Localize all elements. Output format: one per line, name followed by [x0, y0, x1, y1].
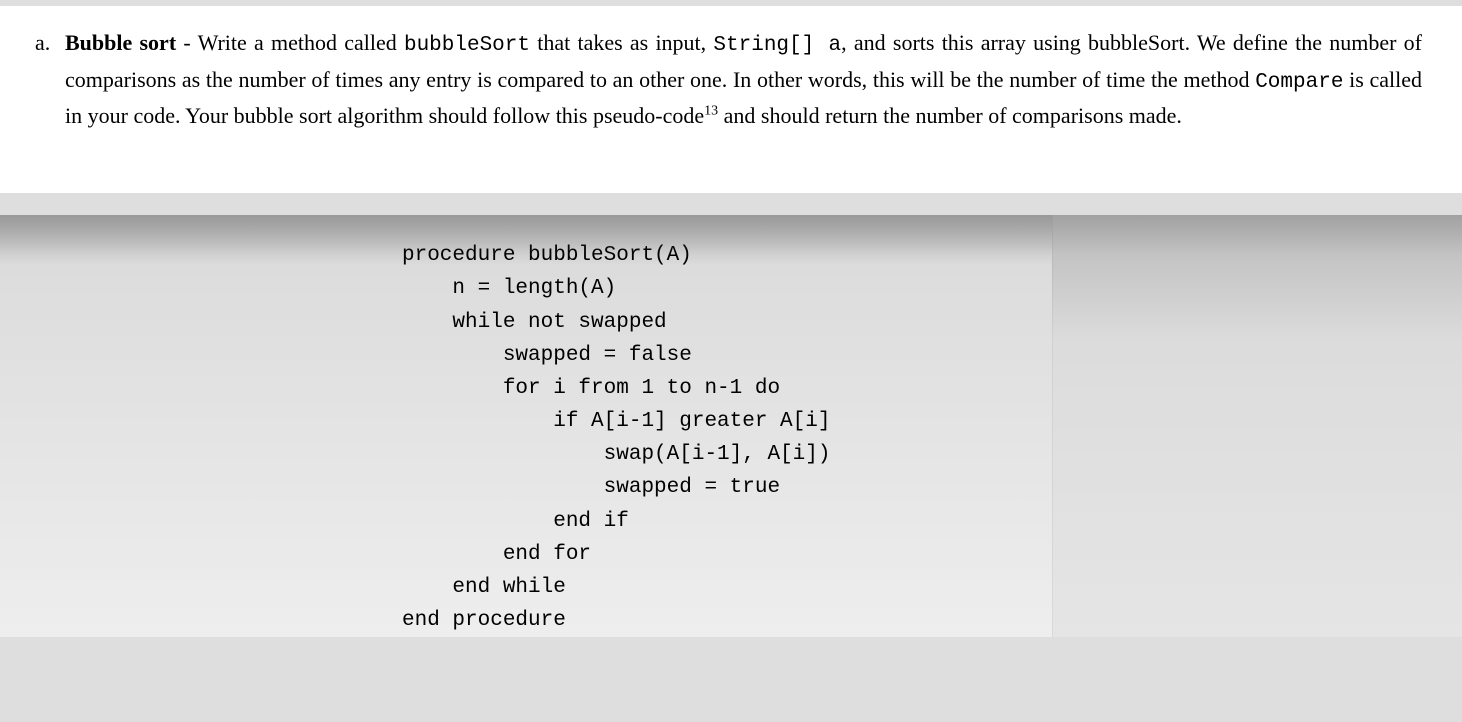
code-line: end procedure	[402, 609, 566, 632]
code-left-gutter	[0, 215, 402, 637]
code-line: end for	[402, 543, 591, 566]
code-line: n = length(A)	[402, 277, 616, 300]
footnote-ref: 13	[704, 104, 718, 119]
problem-text: a.Bubble sort - Write a method called bu…	[35, 26, 1427, 133]
problem-statement-section: a.Bubble sort - Write a method called bu…	[0, 0, 1462, 193]
problem-dash: -	[176, 30, 197, 55]
code-line: swapped = false	[402, 344, 692, 367]
compare-name: Compare	[1255, 71, 1343, 94]
code-line: procedure bubbleSort(A)	[402, 244, 692, 267]
code-line: swap(A[i-1], A[i])	[402, 443, 830, 466]
problem-body: Bubble sort - Write a method called bubb…	[65, 26, 1422, 133]
code-line: for i from 1 to n-1 do	[402, 377, 780, 400]
code-line: swapped = true	[402, 476, 780, 499]
problem-text-2: that takes as input,	[530, 30, 713, 55]
code-line: end while	[402, 576, 566, 599]
pseudocode-block: procedure bubbleSort(A) n = length(A) wh…	[402, 215, 1052, 637]
method-name: bubbleSort	[404, 34, 530, 57]
page-divider	[0, 193, 1462, 215]
problem-text-1: Write a method called	[198, 30, 404, 55]
code-line: while not swapped	[402, 311, 667, 334]
pseudocode-section: procedure bubbleSort(A) n = length(A) wh…	[0, 215, 1462, 637]
param-type: String[] a	[713, 34, 841, 57]
code-line: end if	[402, 510, 629, 533]
problem-title: Bubble sort	[65, 30, 176, 55]
problem-label: a.	[35, 26, 65, 60]
problem-text-5: and should return the number of comparis…	[718, 103, 1182, 128]
code-line: if A[i-1] greater A[i]	[402, 410, 830, 433]
code-right-gutter	[1052, 215, 1462, 637]
